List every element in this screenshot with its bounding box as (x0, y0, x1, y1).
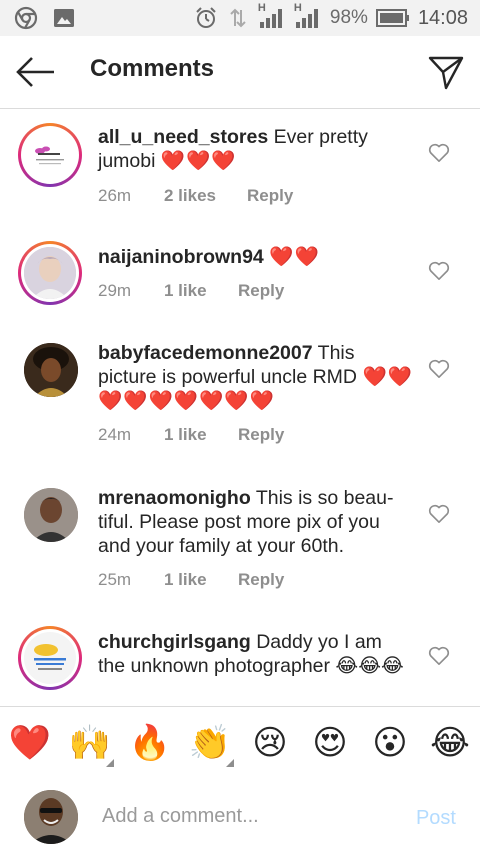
quick-emoji-bar: ❤️ 🙌 🔥 👏 😢 😍 😮 😂 (0, 706, 480, 780)
clock: 14:08 (417, 6, 468, 29)
heart-emojis: ❤️❤️ (269, 246, 320, 268)
comment-username[interactable]: babyfacedemonne2007 (98, 342, 313, 364)
story-ring-avatar[interactable] (18, 123, 82, 187)
store-logo-icon (24, 129, 76, 181)
comment-item: all_u_need_stores Ever pretty jumobi ❤️❤… (0, 123, 480, 233)
data-transfer-icon (230, 8, 246, 28)
avatar[interactable] (24, 343, 78, 397)
comment-meta: 24m 1 like Reply (98, 425, 284, 445)
comment-text: churchgirlsgang Daddy yo I am the unknow… (98, 630, 413, 678)
comment-text: naijaninobrown94 ❤️❤️ (98, 245, 413, 269)
comment-meta: 25m 1 like Reply (98, 570, 284, 590)
page-title: Comments (90, 55, 215, 82)
battery-icon (375, 9, 409, 27)
comment-text: mrenaomonigho This is so beau-tiful. Ple… (98, 486, 413, 558)
comment-text: all_u_need_stores Ever pretty jumobi ❤️❤… (98, 125, 413, 173)
clapping-hands-emoji-button[interactable]: 👏 (188, 721, 234, 767)
reply-button[interactable]: Reply (238, 425, 284, 445)
direct-send-icon[interactable] (426, 52, 466, 92)
post-button[interactable]: Post (416, 807, 456, 830)
signal-2: H (294, 2, 322, 30)
comment-item: churchgirlsgang Daddy yo I am the unknow… (0, 626, 480, 705)
surprised-face-emoji-button[interactable]: 😮 (368, 721, 412, 765)
comment-time: 25m (98, 570, 132, 589)
raising-hands-emoji-button[interactable]: 🙌 (68, 721, 114, 767)
heart-eyes-emoji-button[interactable]: 😍 (308, 721, 352, 765)
reply-button[interactable]: Reply (238, 281, 284, 301)
heart-outline-icon[interactable] (428, 646, 450, 666)
heart-outline-icon[interactable] (428, 359, 450, 379)
comments-header: Comments (0, 36, 480, 109)
comment-username[interactable]: mrenaomonigho (98, 487, 251, 509)
comment-likes[interactable]: 1 like (164, 425, 238, 445)
comment-meta: 26m 2 likes Reply (98, 186, 293, 206)
comment-time: 26m (98, 186, 132, 205)
comment-item: mrenaomonigho This is so beau-tiful. Ple… (0, 486, 480, 616)
comment-time: 29m (98, 281, 132, 300)
comment-username[interactable]: naijaninobrown94 (98, 246, 264, 268)
skin-tone-indicator-icon (106, 759, 114, 767)
avatar (24, 790, 78, 844)
profile-photo (24, 488, 78, 542)
comment-composer: Post (0, 779, 480, 854)
comment-item: babyfacedemonne2007 This picture is powe… (0, 341, 480, 471)
crying-face-emoji-button[interactable]: 😢 (248, 721, 292, 765)
story-ring-avatar[interactable] (18, 626, 82, 690)
heart-outline-icon[interactable] (428, 261, 450, 281)
status-bar: H H 98% 14:08 (0, 0, 480, 36)
skin-tone-indicator-icon (226, 759, 234, 767)
alarm-icon (196, 7, 216, 28)
profile-photo (24, 790, 78, 844)
signal-bars-icon (295, 9, 318, 28)
comment-text: babyfacedemonne2007 This picture is powe… (98, 341, 413, 413)
comments-list: all_u_need_stores Ever pretty jumobi ❤️❤… (0, 109, 480, 705)
comment-time: 24m (98, 425, 132, 444)
signal-1: H (258, 2, 286, 30)
chrome-icon (14, 6, 38, 30)
comment-username[interactable]: all_u_need_stores (98, 126, 268, 148)
gallery-icon (54, 9, 74, 27)
back-arrow-icon[interactable] (14, 54, 58, 90)
reply-button[interactable]: Reply (247, 186, 293, 206)
avatar (24, 247, 76, 299)
profile-photo (24, 343, 78, 397)
profile-photo (24, 247, 76, 299)
avatar (24, 632, 76, 684)
laughing-tears-emoji-button[interactable]: 😂 (428, 721, 472, 765)
heart-outline-icon[interactable] (428, 504, 450, 524)
comment-item: naijaninobrown94 ❤️❤️ 29m 1 like Reply (0, 241, 480, 331)
avatar[interactable] (24, 488, 78, 542)
comment-likes[interactable]: 1 like (164, 570, 238, 590)
group-logo-icon (24, 632, 76, 684)
heart-emojis: ❤️❤️❤️ (160, 150, 237, 172)
comment-likes[interactable]: 2 likes (164, 186, 247, 206)
comment-username[interactable]: churchgirlsgang (98, 631, 251, 653)
heart-outline-icon[interactable] (428, 143, 450, 163)
comment-input[interactable] (100, 797, 384, 835)
reply-button[interactable]: Reply (238, 570, 284, 590)
fire-emoji-button[interactable]: 🔥 (128, 721, 172, 765)
comment-likes[interactable]: 1 like (164, 281, 238, 301)
avatar (24, 129, 76, 181)
red-heart-emoji-button[interactable]: ❤️ (8, 721, 52, 765)
signal-bars-icon (259, 9, 282, 28)
comment-meta: 29m 1 like Reply (98, 281, 284, 301)
battery-percent: 98% (329, 7, 368, 28)
story-ring-avatar[interactable] (18, 241, 82, 305)
